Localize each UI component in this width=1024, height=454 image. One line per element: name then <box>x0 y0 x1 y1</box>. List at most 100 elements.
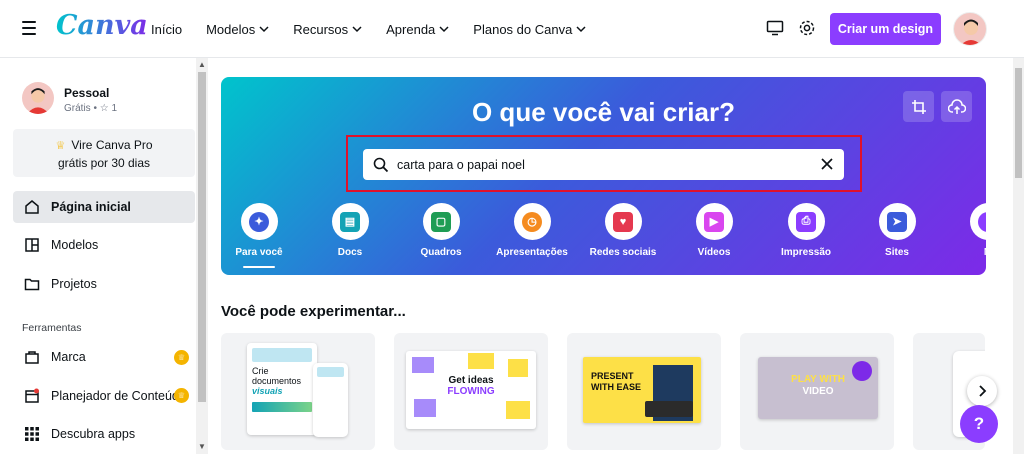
card-text: WITH EASE <box>591 382 642 392</box>
close-icon[interactable] <box>820 157 834 171</box>
category-para-voce[interactable]: ✦ Para você <box>221 203 304 258</box>
decorative-shape <box>852 361 872 381</box>
category-sites[interactable]: ➤ Sites <box>852 203 942 258</box>
scroll-down-icon[interactable]: ▼ <box>198 442 206 451</box>
category-quadros[interactable]: ▢ Quadros <box>396 203 486 258</box>
category-row: ✦ Para você ▤ Docs ▢ Quadros ◷ Apresenta… <box>221 203 986 273</box>
suggestion-card-docs[interactable]: Crie documentos visuais <box>221 333 375 450</box>
tools-heading: Ferramentas <box>22 322 82 334</box>
canva-logo[interactable]: Canva <box>56 10 148 41</box>
card-text: Crie <box>252 366 269 376</box>
scroll-up-icon[interactable]: ▲ <box>198 60 206 69</box>
category-label: Vídeos <box>697 247 731 258</box>
sidebar-item-label: Marca <box>51 350 86 364</box>
sticky-note <box>468 353 494 369</box>
desktop-app-icon[interactable] <box>766 19 784 37</box>
category-circle: ▤ <box>331 203 369 240</box>
printer-icon: ⎙ <box>796 211 816 232</box>
suggestion-card-video[interactable]: PLAY WITH VIDEO <box>740 333 894 450</box>
sidebar-item-content-planner[interactable]: Planejador de Conteúdo <box>13 380 195 412</box>
category-impressao[interactable]: ⎙ Impressão <box>761 203 851 258</box>
plan-label: Grátis • <box>64 103 100 114</box>
chevron-down-icon <box>439 26 449 33</box>
crop-resize-button[interactable] <box>903 91 934 122</box>
search-bar[interactable] <box>363 149 844 180</box>
create-design-button[interactable]: Criar um design <box>830 13 941 45</box>
cursor-icon: ➤ <box>887 211 907 232</box>
category-circle: ➤ <box>878 203 916 240</box>
sticky-note <box>414 399 436 417</box>
crop-icon <box>911 99 926 114</box>
nav-modelos[interactable]: Modelos <box>206 22 269 37</box>
templates-icon <box>23 236 41 254</box>
category-docs[interactable]: ▤ Docs <box>305 203 395 258</box>
account-plan: Grátis • ☆ 1 <box>64 103 117 114</box>
page-scroll-thumb[interactable] <box>1015 68 1022 178</box>
category-label: M <box>984 247 986 258</box>
member-count: 1 <box>111 103 118 114</box>
avatar[interactable] <box>953 12 987 46</box>
avatar[interactable] <box>22 82 54 114</box>
menu-icon[interactable] <box>22 21 36 35</box>
sidebar-item-label: Página inicial <box>51 200 131 214</box>
phone-header-strip <box>317 367 344 377</box>
category-label: Para você <box>235 247 283 258</box>
main-nav: Início Modelos Recursos Aprenda Planos d… <box>151 0 610 58</box>
page-scrollbar[interactable] <box>1013 58 1024 454</box>
top-icons <box>766 19 816 37</box>
sidebar: Pessoal Grátis • ☆ 1 ♕ Vire Canva Pro grá… <box>0 58 208 454</box>
suggestion-card-whiteboard[interactable]: Get ideas FLOWING <box>394 333 548 450</box>
category-videos[interactable]: ▶ Vídeos <box>669 203 759 258</box>
carousel-next-button[interactable] <box>967 376 997 406</box>
doc-icon: ▤ <box>340 211 360 232</box>
nav-label: Modelos <box>206 21 256 37</box>
canva-pro-promo[interactable]: ♕ Vire Canva Pro grátis por 30 dias <box>13 129 195 177</box>
category-label: Apresentações <box>496 247 568 258</box>
sidebar-item-apps[interactable]: Descubra apps <box>13 418 195 450</box>
sidebar-item-label: Modelos <box>51 238 99 252</box>
top-bar: Canva Início Modelos Recursos Aprenda Pl… <box>0 0 1024 58</box>
promo-line1: Vire Canva Pro <box>71 138 153 152</box>
category-label: Quadros <box>420 247 462 258</box>
sidebar-item-projects[interactable]: Projetos <box>13 268 195 300</box>
category-circle: • <box>969 203 986 240</box>
active-category-underline <box>243 266 275 268</box>
sidebar-item-home[interactable]: Página inicial <box>13 191 195 223</box>
chevron-right-icon <box>979 385 987 397</box>
nav-inicio[interactable]: Início <box>151 22 182 37</box>
nav-label: Recursos <box>293 21 349 37</box>
card-text: visuais <box>252 386 283 396</box>
sidebar-item-label: Projetos <box>51 277 97 291</box>
sidebar-item-brand[interactable]: Marca <box>13 341 195 373</box>
heart-icon: ♥ <box>613 211 633 232</box>
category-apresentacoes[interactable]: ◷ Apresentações <box>487 203 577 258</box>
nav-planos[interactable]: Planos do Canva <box>473 22 586 37</box>
chevron-down-icon <box>352 26 362 33</box>
upload-button[interactable] <box>941 91 972 122</box>
category-circle: ⎙ <box>787 203 825 240</box>
search-input[interactable] <box>397 157 807 172</box>
nav-aprenda[interactable]: Aprenda <box>386 22 449 37</box>
sidebar-item-label: Planejador de Conteúdo <box>51 389 186 403</box>
account-name[interactable]: Pessoal <box>64 86 109 100</box>
doc-preview: Crie documentos visuais <box>247 343 317 435</box>
video-preview: PLAY WITH VIDEO <box>758 357 878 419</box>
category-more[interactable]: • M <box>943 203 986 258</box>
sidebar-item-templates[interactable]: Modelos <box>13 229 195 261</box>
category-circle: ◷ <box>513 203 551 240</box>
apps-grid-icon <box>23 425 41 443</box>
sidebar-scroll-thumb[interactable] <box>198 72 206 402</box>
search-icon <box>373 157 389 172</box>
card-text: PRESENT <box>591 371 634 381</box>
calendar-icon <box>23 387 41 405</box>
video-camera-icon: ▶ <box>704 211 724 232</box>
suggestion-card-presentation[interactable]: PRESENT WITH EASE <box>567 333 721 450</box>
category-circle: ✦ <box>240 203 278 240</box>
sticky-note <box>412 357 434 373</box>
nav-label: Início <box>151 21 183 37</box>
category-redes-sociais[interactable]: ♥ Redes sociais <box>578 203 668 258</box>
gear-icon[interactable] <box>798 19 816 37</box>
nav-recursos[interactable]: Recursos <box>293 22 362 37</box>
help-button[interactable]: ? <box>960 405 998 443</box>
category-circle: ▢ <box>422 203 460 240</box>
